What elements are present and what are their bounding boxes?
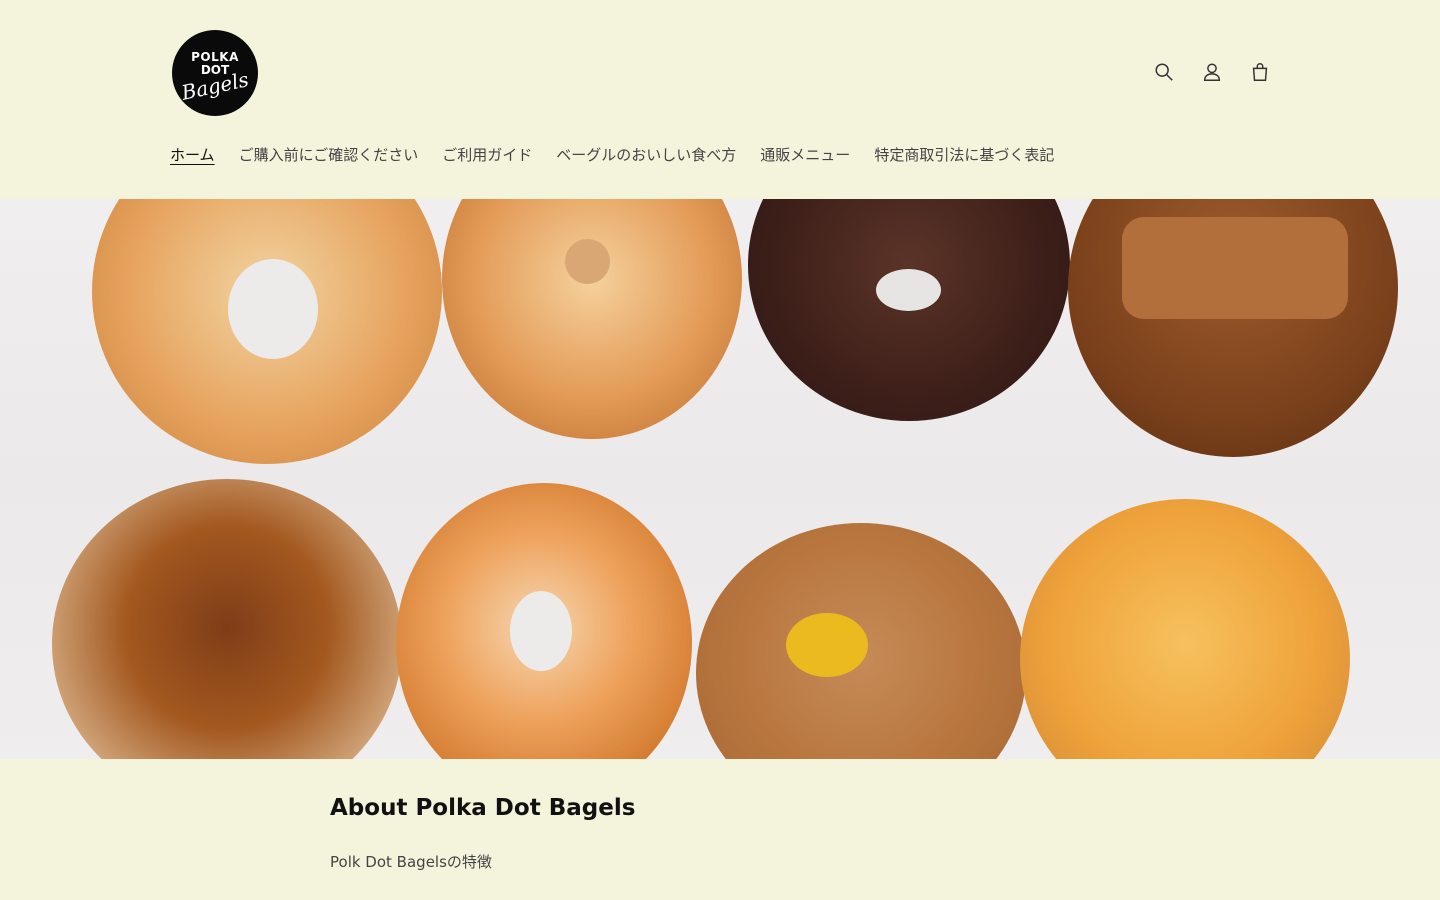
bagel-topping xyxy=(786,613,868,677)
logo-text-bagels: Bagels xyxy=(179,66,251,105)
logo-text-polka: POLKA xyxy=(191,49,239,64)
cart-button[interactable] xyxy=(1246,58,1274,86)
bagel-hole xyxy=(565,239,610,284)
about-title: About Polka Dot Bagels xyxy=(330,795,636,821)
nav-item-before-purchase[interactable]: ご購入前にご確認ください xyxy=(239,144,419,165)
nav-item-mail-order-menu[interactable]: 通販メニュー xyxy=(760,144,850,165)
bagel-image xyxy=(1020,499,1350,759)
nav-item-how-to-eat[interactable]: ベーグルのおいしい食べ方 xyxy=(556,144,736,165)
about-section: About Polka Dot Bagels Polk Dot Bagelsの特… xyxy=(0,759,1440,872)
bagel-hole xyxy=(876,269,941,311)
cookie-topping xyxy=(1122,217,1348,319)
site-header: POLKA DOT Bagels ホーム ご購入前にご確認ください ご利用ガイド xyxy=(0,0,1440,199)
nav-item-home[interactable]: ホーム xyxy=(170,144,215,165)
header-icons xyxy=(1150,58,1274,86)
nav-item-legal-notice[interactable]: 特定商取引法に基づく表記 xyxy=(874,144,1054,165)
bagel-hole xyxy=(228,259,318,359)
search-button[interactable] xyxy=(1150,58,1178,86)
bagel-image xyxy=(52,479,402,759)
brand-logo[interactable]: POLKA DOT Bagels xyxy=(172,30,258,116)
search-icon xyxy=(1155,63,1173,81)
account-icon xyxy=(1203,63,1221,81)
main-nav: ホーム ご購入前にご確認ください ご利用ガイド ベーグルのおいしい食べ方 通販メ… xyxy=(170,144,1054,165)
nav-item-guide[interactable]: ご利用ガイド xyxy=(442,144,532,165)
account-button[interactable] xyxy=(1198,58,1226,86)
bagel-image xyxy=(442,199,742,439)
bagel-hole xyxy=(510,591,572,671)
hero-image-bagels xyxy=(0,199,1440,759)
about-feature-text: Polk Dot Bagelsの特徴 xyxy=(330,853,492,871)
cart-icon xyxy=(1252,63,1268,81)
